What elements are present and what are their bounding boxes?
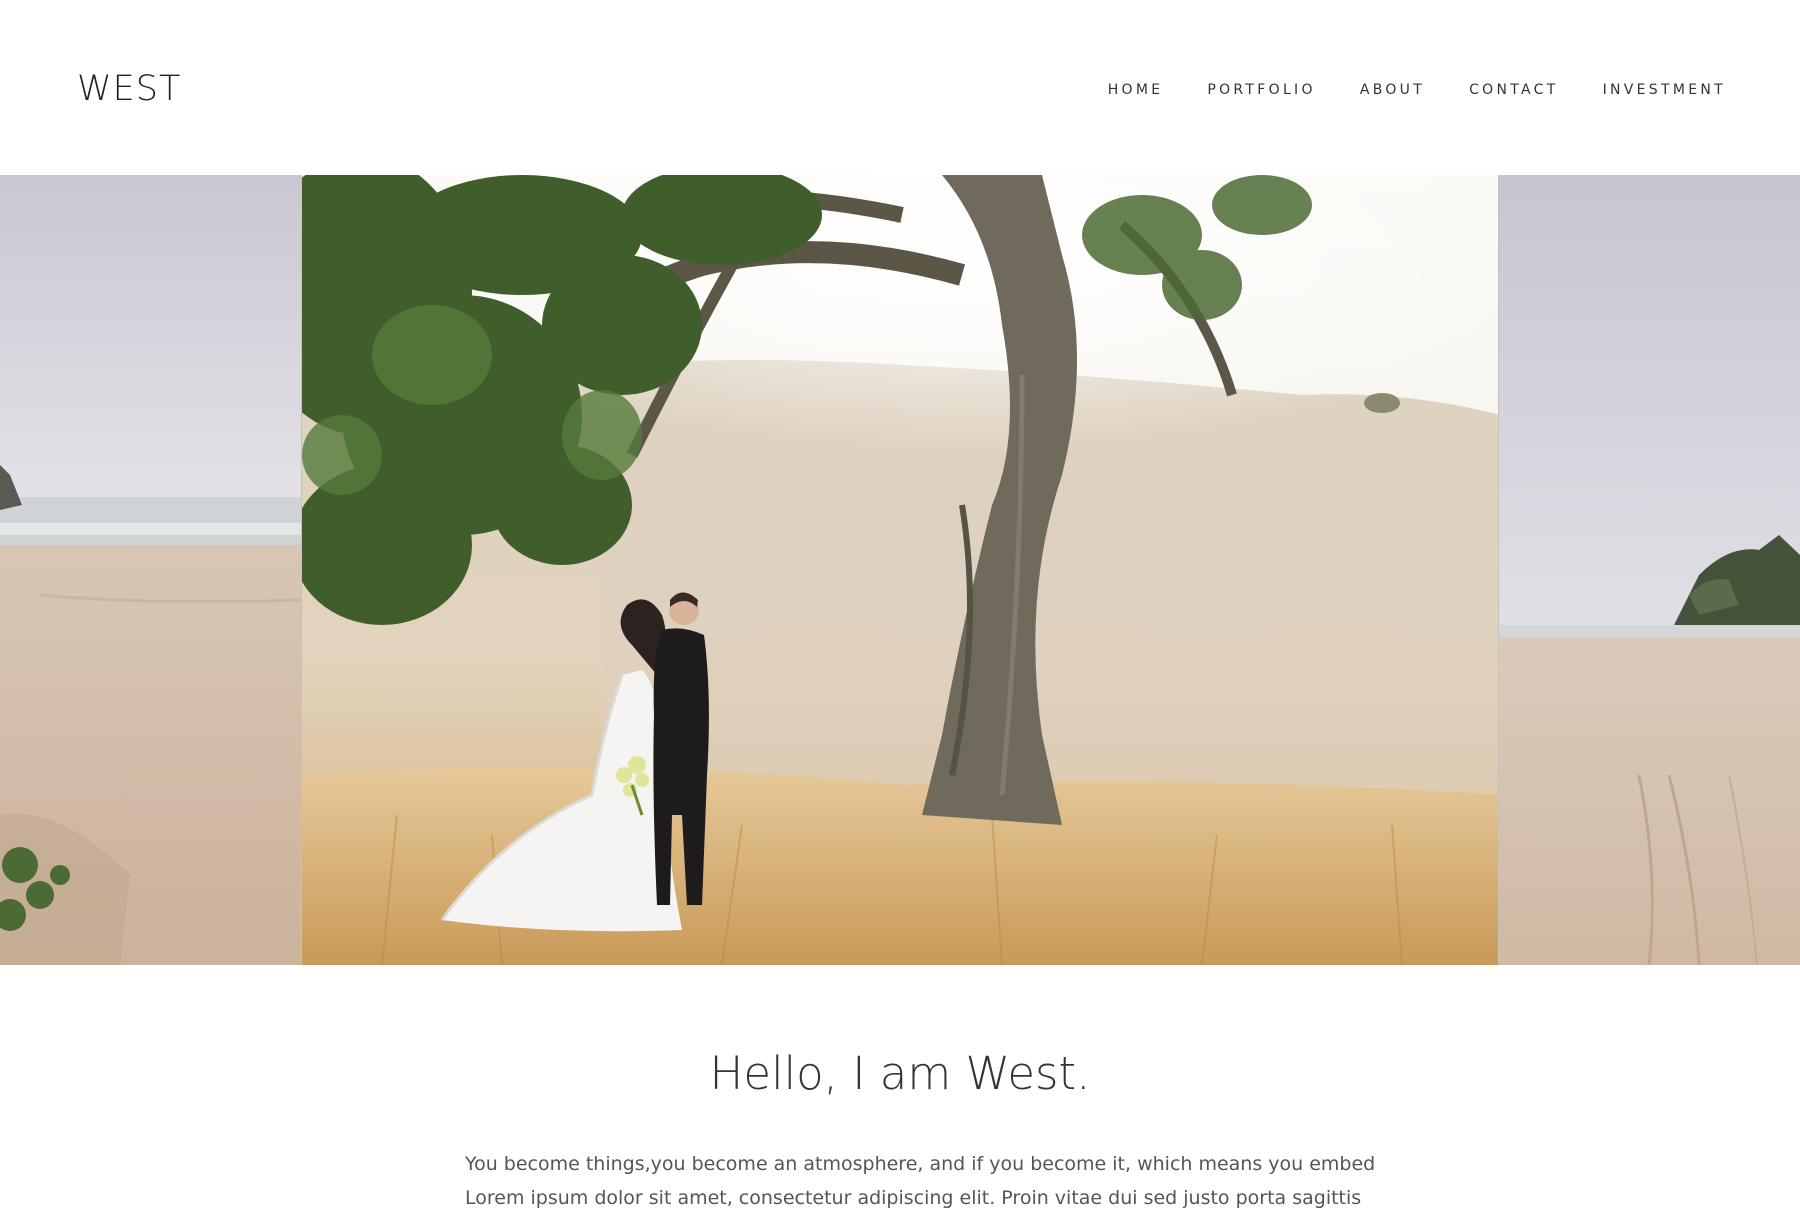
intro-paragraph: You become things,you become an atmosphe… [465, 1147, 1376, 1215]
couple-tree-image [302, 175, 1498, 965]
nav-investment[interactable]: INVESTMENT [1603, 80, 1726, 100]
nav-home[interactable]: HOME [1108, 80, 1164, 100]
slide-next-beach[interactable] [1499, 175, 1800, 965]
beach-image-left [0, 175, 301, 965]
intro-line: Lorem ipsum dolor sit amet, consectetur … [465, 1187, 1362, 1209]
intro-line: You become things,you become an atmosphe… [465, 1153, 1376, 1175]
nav-contact[interactable]: CONTACT [1469, 80, 1559, 100]
intro-heading: Hello, I am West. [709, 1047, 1091, 1100]
site-header: WEST HOME PORTFOLIO ABOUT CONTACT INVEST… [0, 0, 1800, 175]
site-logo[interactable]: WEST [77, 66, 181, 112]
nav-portfolio[interactable]: PORTFOLIO [1207, 80, 1315, 100]
hero-slider [0, 175, 1800, 965]
beach-image-right [1499, 175, 1800, 965]
slide-previous-beach[interactable] [0, 175, 301, 965]
nav-about[interactable]: ABOUT [1360, 80, 1425, 100]
slide-current-couple[interactable] [301, 175, 1499, 965]
main-nav: HOME PORTFOLIO ABOUT CONTACT INVESTMENT [1108, 80, 1726, 100]
